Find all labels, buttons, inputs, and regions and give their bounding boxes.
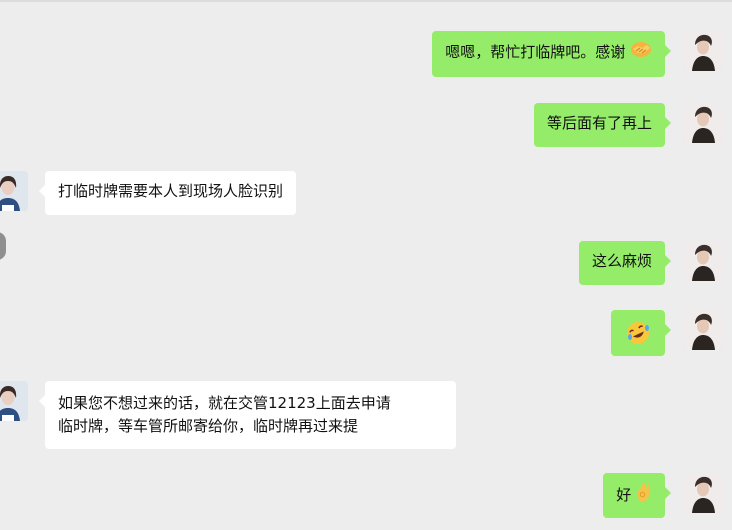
ok-hand-emoji-icon xyxy=(636,482,652,509)
self-avatar[interactable] xyxy=(683,310,723,350)
message-bubble[interactable]: 好 xyxy=(603,473,671,518)
self-avatar[interactable] xyxy=(683,103,723,143)
handshake-emoji-icon xyxy=(630,40,652,65)
message-text: 打临时牌需要本人到现场人脸识别 xyxy=(58,182,284,200)
message-bubble[interactable]: 嗯嗯，帮忙打临牌吧。感谢 xyxy=(432,31,671,77)
message-bubble[interactable]: 如果您不想过来的话，就在交管12123上面去申请 临时牌，等车管所邮寄给你，临时… xyxy=(39,381,456,449)
contact-avatar[interactable] xyxy=(0,381,28,421)
rolling-on-floor-laughing-emoji-icon xyxy=(625,320,651,353)
message-bubble[interactable]: 这么麻烦 xyxy=(578,241,672,285)
message-text: 嗯嗯，帮忙打临牌吧。感谢 xyxy=(445,43,626,61)
message-text: 好 xyxy=(616,486,632,504)
message-bubble[interactable]: 等后面有了再上 xyxy=(533,103,672,147)
self-avatar[interactable] xyxy=(683,473,723,513)
message-text-line: 如果您不想过来的话，就在交管12123上面去申请 xyxy=(58,394,391,412)
chat-message-list[interactable]: 嗯嗯，帮忙打临牌吧。感谢 等后面有了再上 打临时牌需要本人到现场人脸识别 这么麻… xyxy=(0,0,732,530)
message-text: 这么麻烦 xyxy=(591,252,652,270)
message-bubble[interactable]: 打临时牌需要本人到现场人脸识别 xyxy=(38,171,297,215)
scroll-indicator[interactable] xyxy=(0,232,6,260)
self-avatar[interactable] xyxy=(683,241,723,281)
message-text-line: 临时牌，等车管所邮寄给你，临时牌再过来提 xyxy=(58,417,359,435)
message-bubble[interactable] xyxy=(611,310,671,356)
message-text: 等后面有了再上 xyxy=(546,114,652,132)
contact-avatar[interactable] xyxy=(0,171,28,211)
self-avatar[interactable] xyxy=(683,31,723,71)
